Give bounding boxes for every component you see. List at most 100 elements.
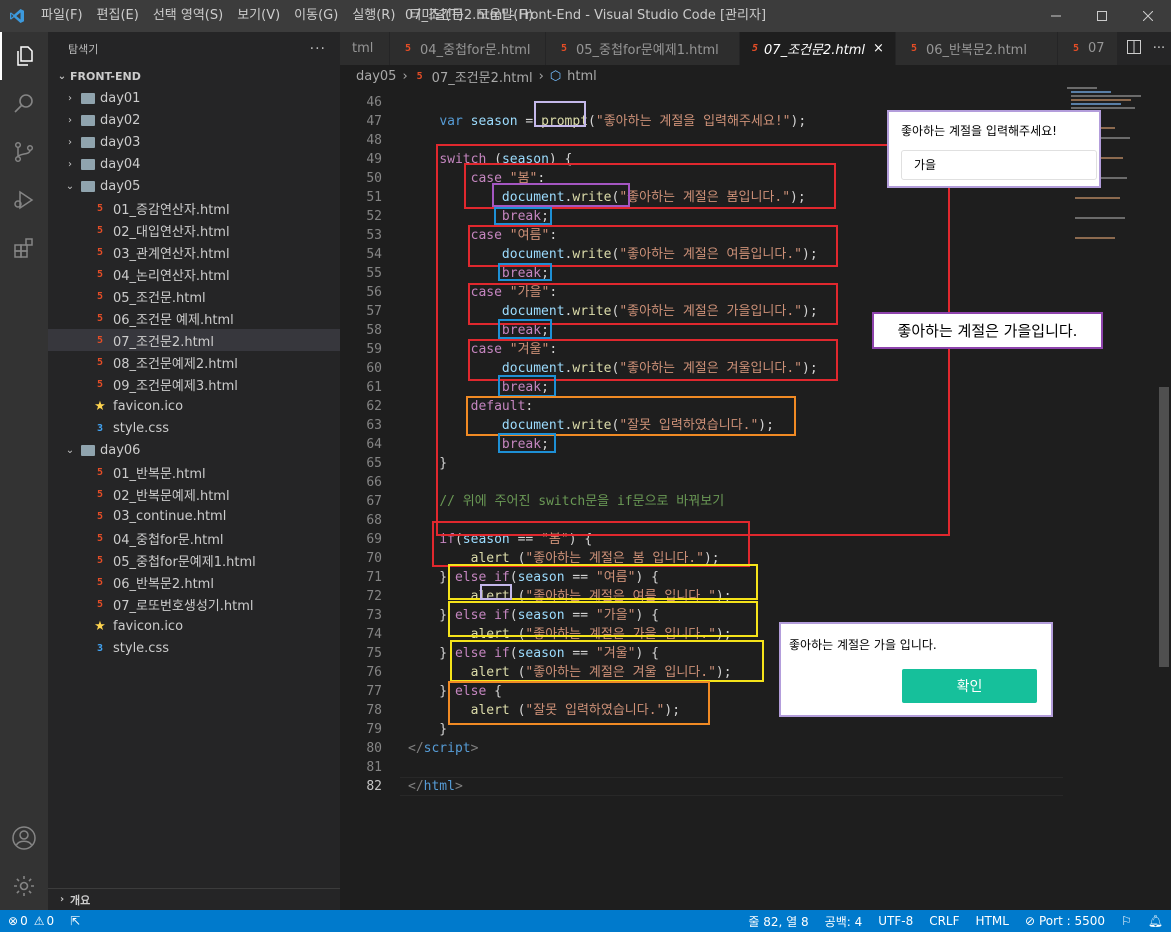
tree-file[interactable]: 5 03_continue.html <box>48 505 340 527</box>
tree-file[interactable]: 5 05_조건문.html <box>48 285 340 307</box>
indentation[interactable]: 공백: 4 <box>817 913 871 930</box>
tree-folder[interactable]: › day04 <box>48 153 340 175</box>
tab-file[interactable]: 5 04_중첩for문.html <box>390 32 546 65</box>
tree-file[interactable]: 5 09_조건문예제3.html <box>48 373 340 395</box>
menu-item[interactable]: 터미널(T) <box>402 0 470 32</box>
code-editor[interactable]: 46 47 var season = prompt("좋아하는 계절을 입력해주세… <box>340 87 1171 910</box>
confirm-button[interactable]: 확인 <box>902 669 1037 703</box>
menu-item[interactable]: 이동(G) <box>287 0 345 32</box>
outline-section[interactable]: › 개요 <box>48 888 340 910</box>
menu-item[interactable]: 도움말(H) <box>470 0 540 32</box>
minimize-icon[interactable] <box>1033 0 1079 32</box>
split-editor-icon[interactable] <box>1126 39 1141 58</box>
close-window-icon[interactable] <box>1125 0 1171 32</box>
tree-file[interactable]: 5 02_반복문예제.html <box>48 483 340 505</box>
menu-item[interactable]: 선택 영역(S) <box>146 0 230 32</box>
menu-item[interactable]: 실행(R) <box>345 0 402 32</box>
live-share-icon[interactable]: ⇱ <box>62 914 88 928</box>
tree-file[interactable]: 5 03_관계연산자.html <box>48 241 340 263</box>
vertical-scrollbar[interactable] <box>1157 87 1171 910</box>
tree-file[interactable]: 5 06_조건문 예제.html <box>48 307 340 329</box>
tree-item-label: favicon.ico <box>113 618 184 634</box>
tree-file[interactable]: ★ favicon.ico <box>48 615 340 637</box>
explorer-icon[interactable] <box>0 32 48 80</box>
code-line: </script> <box>408 739 478 758</box>
close-tab-icon[interactable]: × <box>873 41 884 56</box>
tree-folder[interactable]: › day02 <box>48 109 340 131</box>
tab-label: 06_반복문2.html <box>926 43 1027 58</box>
menu-item[interactable]: 보기(V) <box>230 0 287 32</box>
scrollbar-thumb[interactable] <box>1159 387 1169 667</box>
account-icon[interactable] <box>0 814 48 862</box>
maximize-icon[interactable] <box>1079 0 1125 32</box>
end-of-line[interactable]: CRLF <box>921 914 967 928</box>
tree-folder[interactable]: ⌄ day06 <box>48 439 340 461</box>
line-number: 70 <box>366 551 382 566</box>
line-number: 71 <box>366 570 382 585</box>
tree-file[interactable]: 5 07_로또번호생성기.html <box>48 593 340 615</box>
breadcrumb-folder[interactable]: day05 <box>356 69 396 84</box>
code-token: </ <box>408 779 424 794</box>
tree-item-label: day02 <box>100 112 141 128</box>
code-line: } <box>408 720 447 739</box>
tree-file[interactable]: 5 08_조건문예제2.html <box>48 351 340 373</box>
tree-file[interactable]: 3 style.css <box>48 417 340 439</box>
tree-folder[interactable]: › day03 <box>48 131 340 153</box>
tree-file[interactable]: 5 01_증감연산자.html <box>48 197 340 219</box>
tab-file[interactable]: tml <box>340 32 390 65</box>
outline-label: 개요 <box>70 893 91 907</box>
menu-item[interactable]: 편집(E) <box>90 0 146 32</box>
run-debug-icon[interactable] <box>0 176 48 224</box>
workspace-section[interactable]: ⌄ FRONT-END <box>48 65 340 87</box>
tab-file[interactable]: 5 05_중첩for문예제1.html <box>546 32 740 65</box>
source-control-icon[interactable] <box>0 128 48 176</box>
line-number: 52 <box>366 209 382 224</box>
tab-active[interactable]: 5 07_조건문2.html × <box>740 32 896 65</box>
tree-item-label: 02_대입연산자.html <box>113 224 230 240</box>
code-token: ; <box>541 323 549 338</box>
tree-file[interactable]: 5 01_반복문.html <box>48 461 340 483</box>
prompt-input[interactable]: 가을 <box>901 150 1097 180</box>
tree-folder[interactable]: › day01 <box>48 87 340 109</box>
tree-file[interactable]: 5 05_중첩for문예제1.html <box>48 549 340 571</box>
tree-file[interactable]: 5 06_반복문2.html <box>48 571 340 593</box>
breadcrumb-file[interactable]: 07_조건문2.html <box>432 67 533 86</box>
more-actions-icon[interactable]: ··· <box>310 41 326 57</box>
more-actions-icon[interactable]: ··· <box>1153 41 1165 56</box>
settings-gear-icon[interactable] <box>0 862 48 910</box>
code-line: } else if(season == "겨울") { <box>408 644 659 663</box>
search-icon[interactable] <box>0 80 48 128</box>
tree-file[interactable]: 5 07_조건문2.html <box>48 329 340 351</box>
encoding[interactable]: UTF-8 <box>870 914 921 928</box>
code-token: ); <box>715 665 732 680</box>
tree-file[interactable]: ★ favicon.ico <box>48 395 340 417</box>
tree-file[interactable]: 5 04_논리연산자.html <box>48 263 340 285</box>
line-number: 55 <box>366 266 382 281</box>
code-token: == <box>564 608 596 623</box>
tree-folder[interactable]: ⌄ day05 <box>48 175 340 197</box>
tab-file[interactable]: 5 07 <box>1058 32 1118 65</box>
code-token: == <box>509 532 542 547</box>
problems-indicator[interactable]: ⊗ 0 ⚠ 0 <box>0 914 62 928</box>
notifications-bell-icon[interactable]: 🔔︎ <box>1140 914 1171 928</box>
cursor-position[interactable]: 줄 82, 열 8 <box>740 913 816 930</box>
line-number: 76 <box>366 665 382 680</box>
code-token: "가을" <box>509 285 550 300</box>
prompt-message: 좋아하는 계절을 입력해주세요! <box>901 124 1057 138</box>
menu-item[interactable]: 파일(F) <box>34 0 90 32</box>
feedback-icon[interactable]: ⚐ <box>1113 914 1140 928</box>
tree-file[interactable]: 5 04_중첩for문.html <box>48 527 340 549</box>
extensions-icon[interactable] <box>0 224 48 272</box>
breadcrumb-symbol[interactable]: html <box>567 69 597 84</box>
language-mode[interactable]: HTML <box>968 914 1017 928</box>
code-line: break; <box>408 378 549 397</box>
tree-file[interactable]: 3 style.css <box>48 637 340 659</box>
tree-file[interactable]: 5 02_대입연산자.html <box>48 219 340 241</box>
code-token: case <box>470 342 502 357</box>
live-server-port[interactable]: ⊘ Port : 5500 <box>1017 914 1113 928</box>
tab-file[interactable]: 5 06_반복문2.html <box>896 32 1058 65</box>
